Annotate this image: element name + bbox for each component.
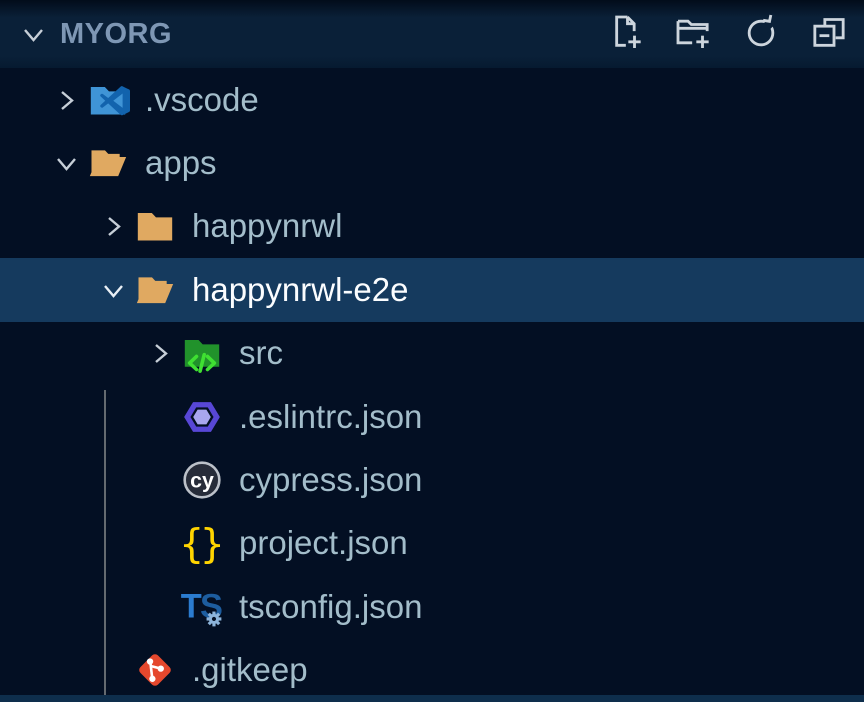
section-chevron-down-icon[interactable] xyxy=(16,17,50,51)
svg-text:cy: cy xyxy=(190,468,214,492)
tree-item-vscode[interactable]: .vscode xyxy=(0,68,864,131)
tree-item-label: .gitkeep xyxy=(192,651,308,689)
section-title: MYORG xyxy=(60,18,604,51)
tree-item-eslintrc-json[interactable]: .eslintrc.json xyxy=(0,385,864,448)
tree-item-label: .eslintrc.json xyxy=(239,398,422,436)
folder-open-icon xyxy=(86,141,130,185)
explorer-section-header[interactable]: MYORG xyxy=(0,0,864,68)
explorer-sidebar: MYORG .vscode apps happynrwl happynrwl-e2e s… xyxy=(0,0,864,702)
file-tree: .vscode apps happynrwl happynrwl-e2e src .esl… xyxy=(0,68,864,702)
twisty-spacer xyxy=(140,523,180,563)
tree-item-label: tsconfig.json xyxy=(239,588,422,626)
git-icon xyxy=(133,648,177,692)
new-file-button[interactable] xyxy=(604,13,646,55)
svg-text:T: T xyxy=(181,587,202,625)
tree-item-apps[interactable]: apps xyxy=(0,131,864,194)
collapse-all-button[interactable] xyxy=(808,13,850,55)
chevron-down-icon[interactable] xyxy=(93,270,133,310)
svg-text:}: } xyxy=(200,522,225,568)
tree-item-label: cypress.json xyxy=(239,461,422,499)
tree-item-happynrwl-e2e[interactable]: happynrwl-e2e xyxy=(0,258,864,321)
tree-item-gitkeep[interactable]: .gitkeep xyxy=(0,639,864,702)
collapse-all-icon xyxy=(809,12,849,57)
explorer-actions xyxy=(604,13,850,55)
refresh-button[interactable] xyxy=(740,13,782,55)
tree-item-label: happynrwl-e2e xyxy=(192,271,408,309)
new-folder-icon xyxy=(673,12,713,57)
tree-item-cypress-json[interactable]: cy cypress.json xyxy=(0,448,864,511)
tree-item-happynrwl[interactable]: happynrwl xyxy=(0,195,864,258)
tree-item-project-json[interactable]: {} project.json xyxy=(0,512,864,575)
folder-closed-icon xyxy=(133,204,177,248)
chevron-right-icon[interactable] xyxy=(93,206,133,246)
tree-item-label: apps xyxy=(145,144,217,182)
chevron-right-icon[interactable] xyxy=(46,80,86,120)
eslint-icon xyxy=(180,395,224,439)
cypress-icon: cy xyxy=(180,458,224,502)
tree-item-label: project.json xyxy=(239,524,408,562)
tree-item-label: src xyxy=(239,334,283,372)
twisty-spacer xyxy=(140,587,180,627)
tree-item-src[interactable]: src xyxy=(0,322,864,385)
new-file-icon xyxy=(605,12,645,57)
src-folder-icon xyxy=(180,331,224,375)
tree-item-label: happynrwl xyxy=(192,207,342,245)
json-braces-icon: {} xyxy=(180,521,224,565)
twisty-spacer xyxy=(140,397,180,437)
chevron-right-icon[interactable] xyxy=(140,333,180,373)
new-folder-button[interactable] xyxy=(672,13,714,55)
twisty-spacer xyxy=(140,460,180,500)
tree-item-tsconfig-json[interactable]: TS tsconfig.json xyxy=(0,575,864,638)
folder-open-icon xyxy=(133,268,177,312)
tree-item-label: .vscode xyxy=(145,81,259,119)
chevron-down-icon[interactable] xyxy=(46,143,86,183)
twisty-spacer xyxy=(93,650,133,690)
tsconfig-icon: TS xyxy=(180,585,224,629)
refresh-icon xyxy=(741,12,781,57)
vscode-folder-icon xyxy=(86,78,130,122)
